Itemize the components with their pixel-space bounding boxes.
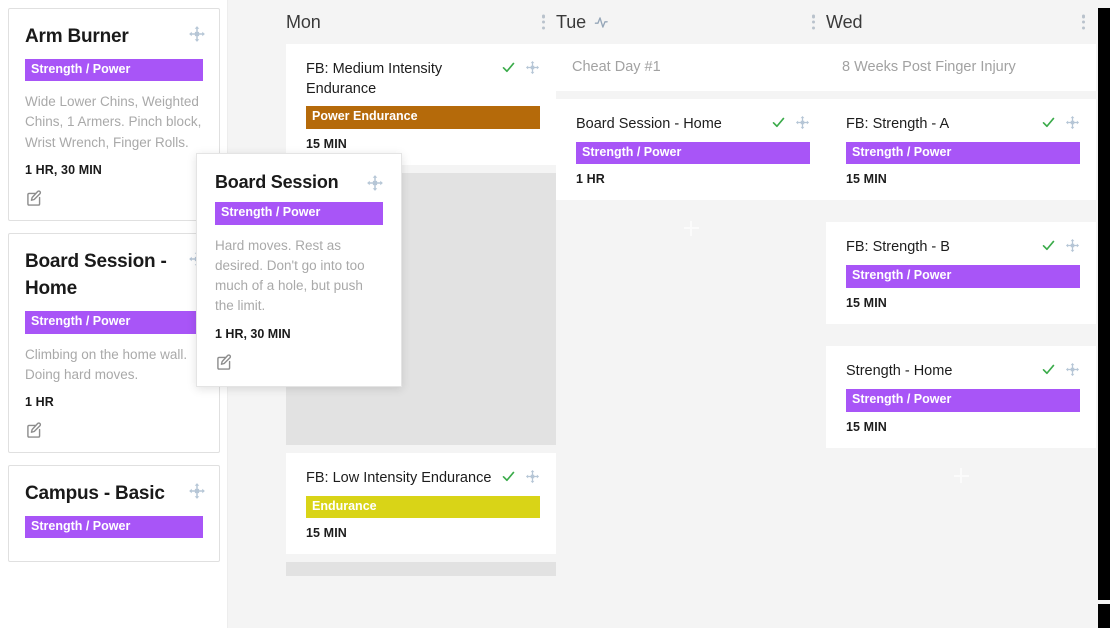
day-note[interactable]: Cheat Day #1: [556, 44, 826, 91]
check-icon[interactable]: [501, 60, 516, 80]
dragging-card-duration: 1 HR, 30 MIN: [215, 326, 291, 341]
library-card-tag: Strength / Power: [25, 515, 203, 539]
task-card[interactable]: FB: Medium Intensity Endurance Power End…: [286, 44, 556, 165]
column-title: Tue: [556, 11, 587, 32]
task-duration: 15 MIN: [846, 172, 887, 187]
library-card[interactable]: Arm Burner Strength / Power Wide Lower C…: [8, 8, 220, 221]
day-note[interactable]: 8 Weeks Post Finger Injury: [826, 44, 1096, 91]
move-handle-icon[interactable]: [188, 25, 206, 43]
task-card[interactable]: Strength - Home Strength / Power 15 MIN: [826, 346, 1096, 448]
task-duration: 15 MIN: [846, 296, 887, 311]
library-card-description: Climbing on the home wall. Doing hard mo…: [25, 346, 188, 382]
board-column-wed: Wed 8 Weeks Post Finger Injury FB: Stren…: [826, 0, 1096, 628]
task-title: Board Session - Home: [576, 115, 722, 132]
kebab-menu-icon[interactable]: [812, 12, 816, 31]
library-card-duration: 1 HR: [25, 395, 54, 410]
edit-pencil-icon[interactable]: [25, 420, 45, 440]
move-handle-icon[interactable]: [1065, 362, 1080, 382]
workout-library-panel: Arm Burner Strength / Power Wide Lower C…: [0, 0, 228, 628]
column-header-tue: Tue: [556, 0, 826, 44]
scrollbar-corner[interactable]: [1098, 604, 1110, 628]
vertical-scrollbar[interactable]: [1098, 8, 1110, 600]
library-card-title: Board Session - Home: [25, 250, 167, 300]
task-title: Strength - Home: [846, 363, 953, 380]
library-card-title: Campus - Basic: [25, 483, 165, 505]
task-duration: 1 HR: [576, 172, 605, 187]
dragging-card-ghost[interactable]: Board Session Strength / Power Hard move…: [196, 153, 402, 387]
column-header-wed: Wed: [826, 0, 1096, 44]
edit-pencil-icon[interactable]: [215, 352, 235, 372]
task-tag: Power Endurance: [306, 106, 540, 129]
move-handle-icon[interactable]: [525, 60, 540, 80]
add-card-button[interactable]: [556, 208, 826, 248]
edit-pencil-icon[interactable]: [25, 188, 45, 208]
task-tag: Strength / Power: [846, 141, 1080, 165]
task-card[interactable]: Board Session - Home Strength / Power 1 …: [556, 98, 826, 201]
task-title: FB: Medium Intensity Endurance: [306, 61, 443, 97]
add-card-button[interactable]: [826, 456, 1096, 496]
task-tag: Strength / Power: [846, 389, 1080, 412]
day-note-text: 8 Weeks Post Finger Injury: [842, 59, 1016, 75]
app-root: Arm Burner Strength / Power Wide Lower C…: [0, 0, 1110, 628]
board-column-tue: Tue Cheat Day #1 Board Session - Home St…: [556, 0, 826, 628]
library-card-tag: Strength / Power: [25, 58, 203, 82]
check-icon[interactable]: [771, 115, 786, 135]
dragging-card-description: Hard moves. Rest as desired. Don't go in…: [215, 237, 365, 314]
check-icon[interactable]: [1041, 115, 1056, 135]
library-card-description: Wide Lower Chins, Weighted Chins, 1 Arme…: [25, 94, 202, 150]
activity-pulse-icon[interactable]: [594, 14, 611, 31]
task-title: FB: Strength - B: [846, 239, 950, 256]
task-tag: Strength / Power: [576, 141, 810, 165]
move-handle-icon[interactable]: [188, 482, 206, 500]
library-card-title: Arm Burner: [25, 26, 129, 47]
plus-icon: [953, 468, 969, 484]
column-header-mon: Mon: [286, 0, 556, 44]
move-handle-icon[interactable]: [795, 115, 810, 135]
task-tag: Endurance: [306, 495, 540, 519]
dragging-card-tag: Strength / Power: [215, 202, 383, 225]
kebab-menu-icon[interactable]: [542, 12, 546, 31]
task-duration: 15 MIN: [846, 419, 887, 434]
task-card[interactable]: FB: Strength - A Strength / Power 15 MIN: [826, 98, 1096, 201]
library-card[interactable]: Board Session - Home Strength / Power Cl…: [8, 232, 220, 454]
library-card[interactable]: Campus - Basic Strength / Power: [8, 465, 220, 563]
move-handle-icon[interactable]: [525, 469, 540, 489]
library-card-tag: Strength / Power: [25, 311, 203, 334]
column-title: Mon: [286, 11, 321, 32]
library-card-duration: 1 HR, 30 MIN: [25, 162, 102, 177]
task-card[interactable]: FB: Low Intensity Endurance Endurance 15…: [286, 452, 556, 555]
task-title: FB: Strength - A: [846, 115, 950, 132]
move-handle-icon[interactable]: [366, 174, 384, 192]
task-title: FB: Low Intensity Endurance: [306, 469, 492, 486]
drop-placeholder-bottom: [286, 562, 556, 577]
check-icon[interactable]: [501, 469, 516, 489]
task-card[interactable]: FB: Strength - B Strength / Power 15 MIN: [826, 222, 1096, 325]
kebab-menu-icon[interactable]: [1082, 12, 1086, 31]
day-note-text: Cheat Day #1: [572, 59, 661, 75]
move-handle-icon[interactable]: [1065, 115, 1080, 135]
plus-icon: [683, 220, 699, 236]
dragging-card-title: Board Session: [215, 172, 339, 192]
check-icon[interactable]: [1041, 362, 1056, 382]
task-duration: 15 MIN: [306, 526, 347, 541]
task-tag: Strength / Power: [846, 265, 1080, 289]
move-handle-icon[interactable]: [1065, 238, 1080, 258]
column-title: Wed: [826, 11, 863, 32]
task-duration: 15 MIN: [306, 136, 347, 151]
check-icon[interactable]: [1041, 238, 1056, 258]
